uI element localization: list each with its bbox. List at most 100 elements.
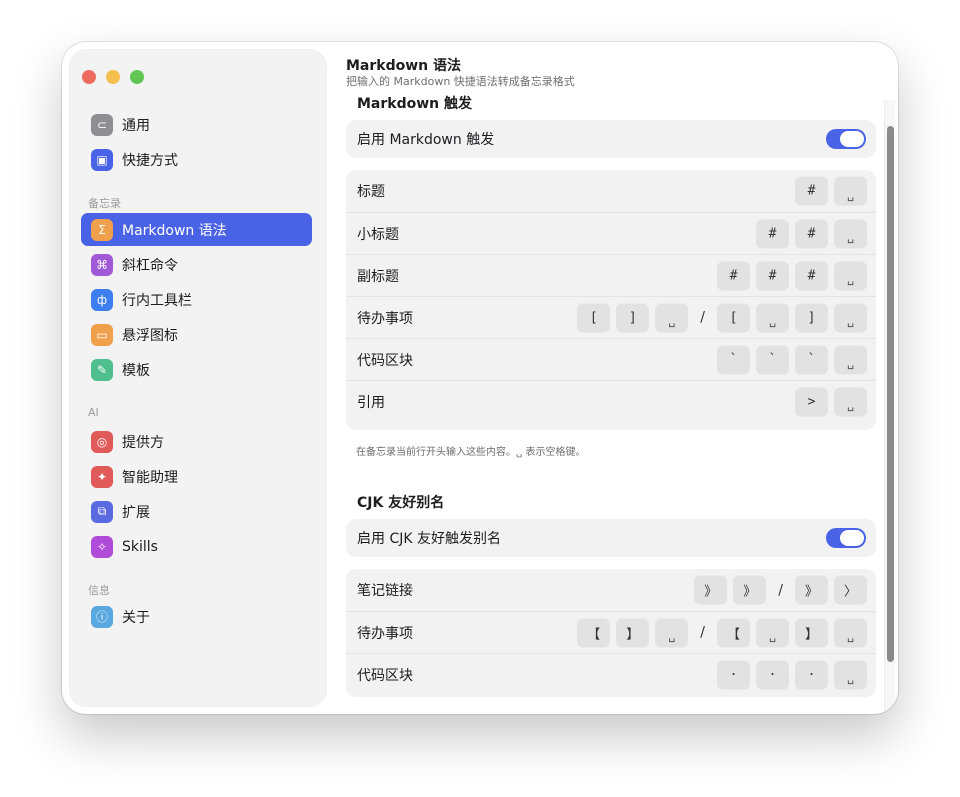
toolbar-icon: ф bbox=[91, 288, 113, 311]
info-icon: ⓘ bbox=[91, 605, 113, 628]
key-cap: 》 bbox=[795, 575, 828, 605]
rule-keys: # # # ␣ bbox=[717, 261, 867, 290]
key-cap: ␣ bbox=[655, 303, 689, 332]
rule-label: 笔记链接 bbox=[357, 583, 413, 599]
sidebar-item-slash-commands[interactable]: ⌘ 斜杠命令 bbox=[81, 248, 312, 281]
cjk-enable-toggle[interactable] bbox=[826, 528, 866, 548]
markdown-hint-text: 在备忘录当前行开头输入这些内容。␣ 表示空格键。 bbox=[356, 447, 586, 458]
markdown-rule-row-code: 代码区块 ` ` ` ␣ bbox=[346, 338, 876, 380]
window-controls bbox=[82, 70, 144, 84]
rule-keys: 》 》 / 》 〉 bbox=[694, 575, 867, 605]
rule-keys: [ ] ␣ / [ ␣ ] ␣ bbox=[577, 303, 867, 332]
markdown-enable-row: 启用 Markdown 触发 bbox=[346, 120, 876, 158]
content-scrollbar[interactable] bbox=[884, 100, 895, 714]
rule-keys: 【 】 ␣ / 【 ␣ 】 ␣ bbox=[577, 618, 867, 647]
rule-label: 副标题 bbox=[357, 268, 399, 285]
page-subtitle: 把输入的 Markdown 快捷语法转成备忘录格式 bbox=[346, 75, 575, 88]
rule-label: 代码区块 bbox=[357, 352, 413, 369]
rule-label: 引用 bbox=[357, 394, 385, 411]
key-cap: ␣ bbox=[834, 176, 867, 206]
extension-icon: ⧉ bbox=[91, 500, 113, 523]
key-cap: 》 bbox=[694, 575, 728, 605]
sidebar-item-inline-toolbar[interactable]: ф 行内工具栏 bbox=[81, 283, 312, 316]
key-cap: ` bbox=[756, 345, 789, 374]
sidebar-item-skills[interactable]: ✧ Skills bbox=[81, 530, 312, 563]
key-cap: ␣ bbox=[834, 303, 867, 332]
minimize-button[interactable] bbox=[106, 70, 120, 84]
provider-icon: ◎ bbox=[91, 430, 113, 453]
skills-icon: ✧ bbox=[91, 535, 113, 558]
sidebar-item-general[interactable]: ⊂ 通用 bbox=[81, 108, 312, 141]
key-cap: 》 bbox=[733, 575, 767, 605]
scrollbar-thumb[interactable] bbox=[887, 126, 894, 662]
key-separator: / bbox=[778, 582, 783, 598]
key-cap: 】 bbox=[795, 618, 828, 647]
sidebar-item-shortcuts[interactable]: ▣ 快捷方式 bbox=[81, 143, 312, 176]
markdown-enable-label: 启用 Markdown 触发 bbox=[357, 132, 495, 148]
sidebar-group-memo: 备忘录 bbox=[88, 197, 121, 210]
sidebar-item-label: 快捷方式 bbox=[122, 152, 178, 169]
key-cap: ␣ bbox=[834, 345, 867, 374]
key-cap: ` bbox=[795, 345, 828, 374]
template-icon: ✎ bbox=[91, 358, 113, 381]
command-icon: ⌘ bbox=[91, 253, 113, 276]
sidebar-item-markdown[interactable]: Σ Markdown 语法 bbox=[81, 213, 312, 246]
cjk-enable-label: 启用 CJK 友好触发别名 bbox=[357, 531, 501, 547]
rule-keys: · · · ␣ bbox=[717, 660, 867, 689]
key-cap: ␣ bbox=[834, 387, 867, 416]
zoom-button[interactable] bbox=[130, 70, 144, 84]
toggle-icon: ⊂ bbox=[91, 113, 113, 136]
page-title: Markdown 语法 bbox=[346, 58, 462, 74]
sidebar-item-label: Skills bbox=[122, 538, 158, 555]
close-button[interactable] bbox=[82, 70, 96, 84]
key-cap: ␣ bbox=[834, 219, 867, 248]
key-cap: ␣ bbox=[834, 660, 867, 689]
rule-label: 待办事项 bbox=[357, 310, 413, 327]
sidebar-group-ai: AI bbox=[88, 406, 99, 419]
key-cap: # bbox=[756, 261, 789, 290]
sidebar-item-providers[interactable]: ◎ 提供方 bbox=[81, 425, 312, 458]
key-cap: ␣ bbox=[655, 618, 689, 647]
key-cap: ␣ bbox=[834, 261, 867, 290]
sidebar-item-templates[interactable]: ✎ 模板 bbox=[81, 353, 312, 386]
sidebar-item-label: 智能助理 bbox=[122, 469, 178, 486]
sidebar-item-label: 模板 bbox=[122, 362, 150, 379]
rule-keys: # # ␣ bbox=[756, 219, 867, 248]
cjk-rule-row-note-link: 笔记链接 》 》 / 》 〉 bbox=[346, 569, 876, 611]
markdown-section-title: Markdown 触发 bbox=[357, 96, 473, 112]
sidebar: ⊂ 通用 ▣ 快捷方式 备忘录 Σ Markdown 语法 ⌘ 斜杠命令 ф 行… bbox=[70, 50, 326, 706]
sidebar-item-label: 通用 bbox=[122, 117, 150, 134]
cjk-enable-card: 启用 CJK 友好触发别名 bbox=[346, 519, 876, 557]
markdown-rule-row-subtitle: 副标题 # # # ␣ bbox=[346, 254, 876, 296]
sigma-icon: Σ bbox=[91, 218, 113, 241]
float-icon: ▭ bbox=[91, 323, 113, 346]
shortcut-icon: ▣ bbox=[91, 148, 113, 171]
key-cap: # bbox=[795, 261, 828, 290]
cjk-section-title: CJK 友好别名 bbox=[357, 495, 445, 511]
markdown-rules-card: 标题 # ␣ 小标题 # # ␣ 副标题 # # # ␣ 待办事项 [] ␣ … bbox=[346, 170, 876, 430]
sidebar-item-extensions[interactable]: ⧉ 扩展 bbox=[81, 495, 312, 528]
sidebar-item-about[interactable]: ⓘ 关于 bbox=[81, 600, 312, 633]
key-cap: # bbox=[795, 219, 828, 248]
markdown-rule-row-todo: 待办事项 [ ] ␣ / [ ␣ ] ␣ bbox=[346, 296, 876, 338]
key-cap: 【 bbox=[717, 618, 750, 647]
sidebar-item-label: 悬浮图标 bbox=[122, 327, 178, 344]
markdown-enable-toggle[interactable] bbox=[826, 129, 866, 149]
key-cap: 【 bbox=[577, 618, 611, 647]
sidebar-item-assistant[interactable]: ✦ 智能助理 bbox=[81, 460, 312, 493]
cjk-enable-row: 启用 CJK 友好触发别名 bbox=[346, 519, 876, 557]
key-cap: # bbox=[756, 219, 789, 248]
cjk-rules-card: 笔记链接 》 》 / 》 〉 待办事项 【 】 ␣ / 【 ␣ 】 ␣ 代码区块… bbox=[346, 569, 876, 697]
cjk-rule-row-code: 代码区块 · · · ␣ bbox=[346, 653, 876, 695]
key-cap: ␣ bbox=[834, 618, 867, 647]
key-cap: 】 bbox=[616, 618, 650, 647]
key-cap: · bbox=[795, 660, 828, 689]
sidebar-item-label: 关于 bbox=[122, 609, 150, 626]
key-cap: · bbox=[756, 660, 789, 689]
key-cap: ␣ bbox=[756, 303, 789, 332]
key-cap: ␣ bbox=[756, 618, 789, 647]
toggle-knob bbox=[840, 131, 864, 147]
sidebar-group-info: 信息 bbox=[88, 584, 110, 597]
rule-keys: # ␣ bbox=[795, 176, 867, 206]
sidebar-item-floating-icon[interactable]: ▭ 悬浮图标 bbox=[81, 318, 312, 351]
